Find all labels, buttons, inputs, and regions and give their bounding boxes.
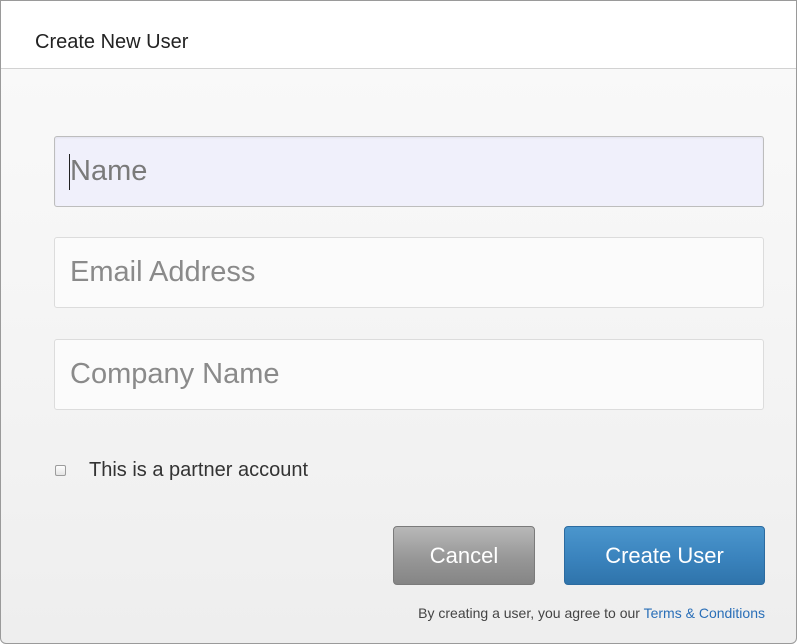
create-user-button[interactable]: Create User [564, 526, 765, 585]
terms-prefix-text: By creating a user, you agree to our [418, 605, 640, 621]
dialog-title: Create New User [35, 31, 189, 53]
partner-account-checkbox[interactable] [55, 464, 66, 476]
terms-conditions-link[interactable]: Terms & Conditions [644, 605, 765, 621]
partner-account-option[interactable]: This is a partner account [55, 458, 308, 482]
email-input[interactable] [54, 237, 764, 308]
text-cursor [69, 154, 70, 190]
company-name-input[interactable] [54, 339, 764, 410]
dialog-header: Create New User [1, 1, 796, 69]
name-input[interactable] [54, 136, 764, 207]
partner-account-label[interactable]: This is a partner account [89, 458, 308, 482]
cancel-button[interactable]: Cancel [393, 526, 535, 585]
create-user-dialog: Create New User This is a partner accoun… [0, 0, 797, 644]
terms-notice: By creating a user, you agree to our Ter… [418, 604, 765, 622]
